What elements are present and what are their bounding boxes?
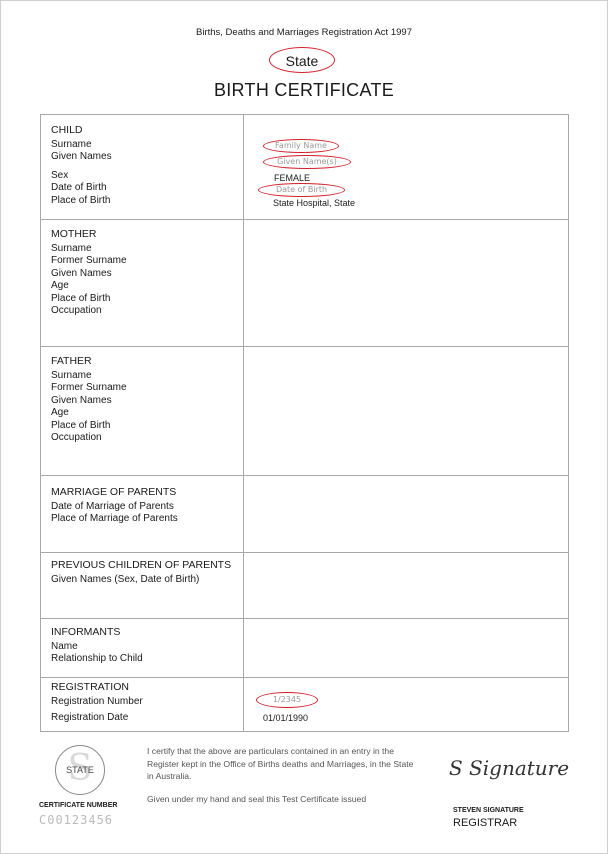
registration-date-label: Registration Date [51,712,129,723]
child-pob-label: Place of Birth [51,194,111,206]
marriage-date-label: Date of Marriage of Parents [51,500,174,512]
seal-text: STATE [66,765,94,775]
registration-number-redacted: 1/2345 [256,692,318,708]
father-surname-label: Surname [51,369,92,381]
child-surname-redacted: Family Name [263,139,339,153]
act-title: Births, Deaths and Marriages Registratio… [196,27,412,38]
given-statement: Given under my hand and seal this Test C… [147,794,367,804]
row-divider [41,219,568,220]
state-seal: S STATE [55,745,105,795]
child-section: CHILD Surname Given Names Sex Date of Bi… [51,124,112,207]
registrar-signature: S Signature [449,756,570,780]
previous-children-label: Given Names (Sex, Date of Birth) [51,573,200,585]
previous-children-section: PREVIOUS CHILDREN OF PARENTS Given Names… [51,559,231,586]
mother-pob-label: Place of Birth [51,292,111,304]
signatory-title: REGISTRAR [453,817,518,829]
row-divider [41,552,568,553]
registration-number-label: Registration Number [51,695,143,707]
row-divider [41,346,568,347]
certificate-title: BIRTH CERTIFICATE [213,80,395,100]
father-given-names-label: Given Names [51,394,112,406]
child-dob-redacted: Date of Birth [258,183,345,197]
row-divider [41,475,568,476]
certification-statement: I certify that the above are particulars… [147,746,414,781]
certificate-number: C00123456 [39,813,114,827]
mother-heading: MOTHER [51,228,97,240]
child-given-names-redacted: Given Name(s) [263,155,351,169]
mother-occupation-label: Occupation [51,305,102,316]
marriage-section: MARRIAGE OF PARENTS Date of Marriage of … [51,486,178,526]
father-age-label: Age [51,407,69,418]
father-former-surname-label: Former Surname [51,382,127,393]
child-dob-label: Date of Birth [51,182,107,193]
child-surname-label: Surname [51,138,92,150]
registration-heading: REGISTRATION [51,681,129,693]
mother-surname-label: Surname [51,242,92,254]
informants-section: INFORMANTS Name Relationship to Child [51,626,143,666]
child-sex-label: Sex [51,169,69,181]
mother-former-surname-label: Former Surname [51,255,127,266]
informant-name-label: Name [51,640,78,652]
father-heading: FATHER [51,355,92,367]
informants-heading: INFORMANTS [51,626,121,638]
mother-given-names-label: Given Names [51,267,112,279]
father-section: FATHER Surname Former Surname Given Name… [51,355,127,445]
row-divider [41,618,568,619]
marriage-heading: MARRIAGE OF PARENTS [51,486,177,498]
certificate-number-label: CERTIFICATE NUMBER [39,802,118,809]
certificate-table: CHILD Surname Given Names Sex Date of Bi… [40,114,569,732]
mother-age-label: Age [51,280,69,291]
marriage-place-label: Place of Marriage of Parents [51,513,178,524]
previous-children-heading: PREVIOUS CHILDREN OF PARENTS [51,559,232,571]
child-given-names-label: Given Names [51,151,112,162]
certificate-page: Births, Deaths and Marriages Registratio… [0,0,608,854]
signatory-name: STEVEN SIGNATURE [453,807,524,814]
state-label: State [269,47,335,73]
column-divider [243,115,244,731]
informant-relationship-label: Relationship to Child [51,653,143,664]
father-pob-label: Place of Birth [51,419,111,431]
child-sex-value: FEMALE [274,173,311,183]
father-occupation-label: Occupation [51,432,102,443]
registration-section: REGISTRATION Registration Number Registr… [51,681,143,725]
mother-section: MOTHER Surname Former Surname Given Name… [51,228,127,318]
child-heading: CHILD [51,124,83,136]
child-pob-value: State Hospital, State [273,198,356,208]
row-divider [41,677,568,678]
registration-date-value: 01/01/1990 [263,713,309,723]
